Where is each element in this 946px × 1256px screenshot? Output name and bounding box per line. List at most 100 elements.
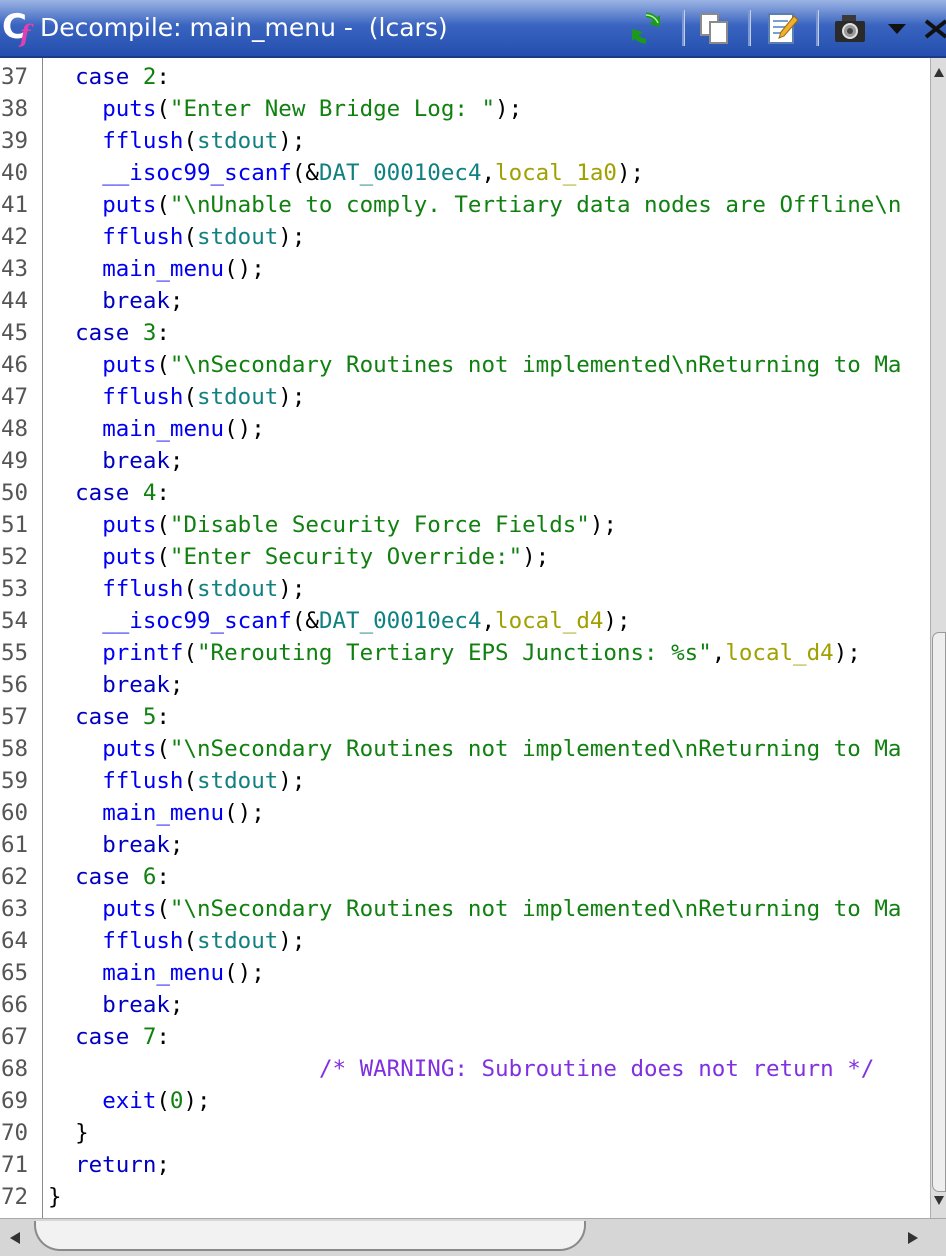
code-token[interactable]: puts	[102, 544, 156, 570]
code-token[interactable]: }	[75, 1120, 89, 1146]
code-token[interactable]: ;	[170, 992, 184, 1018]
code-token[interactable]: stdout	[197, 576, 278, 602]
code-token[interactable]: break	[102, 288, 170, 314]
code-line[interactable]: break;	[48, 669, 183, 701]
code-token[interactable]: /* WARNING: Subroutine does not return *…	[319, 1056, 874, 1082]
code-token[interactable]: :	[156, 64, 170, 90]
code-token[interactable]: (	[156, 96, 170, 122]
code-token[interactable]: puts	[102, 512, 156, 538]
code-token[interactable]: puts	[102, 352, 156, 378]
code-line[interactable]: /* WARNING: Subroutine does not return *…	[48, 1053, 874, 1085]
code-token[interactable]: main_menu	[102, 256, 224, 282]
code-token[interactable]: );	[522, 544, 549, 570]
code-token[interactable]: (&	[292, 160, 319, 186]
code-token[interactable]: );	[603, 608, 630, 634]
code-token[interactable]: (	[183, 640, 197, 666]
scroll-up-arrow[interactable]	[931, 58, 946, 90]
code-line[interactable]: puts("Enter New Bridge Log: ");	[48, 93, 522, 125]
code-token[interactable]: "\nUnable to comply. Tertiary data nodes…	[170, 192, 902, 218]
code-token[interactable]: "Enter New Bridge Log: "	[170, 96, 495, 122]
code-token[interactable]: stdout	[197, 224, 278, 250]
code-line[interactable]: main_menu();	[48, 957, 265, 989]
code-token[interactable]: :	[156, 320, 170, 346]
code-token[interactable]: );	[278, 576, 305, 602]
code-token[interactable]: }	[48, 1184, 62, 1210]
code-token[interactable]: ();	[224, 256, 265, 282]
code-token[interactable]: main_menu	[102, 960, 224, 986]
code-token[interactable]: ,	[482, 608, 496, 634]
code-line[interactable]: case 2:	[48, 61, 170, 93]
code-line[interactable]: case 7:	[48, 1021, 170, 1053]
code-token[interactable]: fflush	[102, 224, 183, 250]
code-line[interactable]: break;	[48, 445, 183, 477]
code-token[interactable]: 5	[143, 704, 157, 730]
code-token[interactable]: ,	[482, 160, 496, 186]
code-token[interactable]: break	[102, 832, 170, 858]
code-token[interactable]: stdout	[197, 768, 278, 794]
code-line[interactable]: break;	[48, 989, 183, 1021]
code-token[interactable]: stdout	[197, 128, 278, 154]
code-token[interactable]: __isoc99_scanf	[102, 608, 292, 634]
code-line[interactable]: fflush(stdout);	[48, 125, 305, 157]
code-token[interactable]: );	[278, 224, 305, 250]
code-token[interactable]: puts	[102, 736, 156, 762]
code-line[interactable]: puts("Disable Security Force Fields");	[48, 509, 617, 541]
code-line[interactable]: puts("\nUnable to comply. Tertiary data …	[48, 189, 901, 221]
code-token[interactable]: "Rerouting Tertiary EPS Junctions: %s"	[197, 640, 712, 666]
code-token[interactable]: (	[183, 224, 197, 250]
code-line[interactable]: puts("\nSecondary Routines not implement…	[48, 733, 901, 765]
code-token[interactable]: :	[156, 704, 170, 730]
code-token[interactable]: puts	[102, 96, 156, 122]
code-token[interactable]: case	[75, 1024, 143, 1050]
scroll-right-arrow[interactable]	[898, 1219, 928, 1255]
code-token[interactable]: break	[102, 992, 170, 1018]
copy-icon[interactable]	[694, 8, 734, 48]
code-line[interactable]: exit(0);	[48, 1085, 210, 1117]
scroll-down-arrow[interactable]	[931, 1184, 946, 1216]
code-line[interactable]: fflush(stdout);	[48, 381, 305, 413]
code-line[interactable]: break;	[48, 285, 183, 317]
code-token[interactable]: 4	[143, 480, 157, 506]
code-token[interactable]: );	[183, 1088, 210, 1114]
code-line[interactable]: case 6:	[48, 861, 170, 893]
code-token[interactable]: main_menu	[102, 800, 224, 826]
code-token[interactable]: fflush	[102, 576, 183, 602]
code-line[interactable]: fflush(stdout);	[48, 221, 305, 253]
code-token[interactable]: (	[156, 352, 170, 378]
code-token[interactable]: main_menu	[102, 416, 224, 442]
close-icon[interactable]	[920, 8, 946, 48]
code-token[interactable]: );	[278, 128, 305, 154]
code-token[interactable]: "Disable Security Force Fields"	[170, 512, 590, 538]
code-token[interactable]: );	[834, 640, 861, 666]
code-line[interactable]: fflush(stdout);	[48, 925, 305, 957]
code-token[interactable]: return	[75, 1152, 156, 1178]
code-token[interactable]: (	[183, 576, 197, 602]
code-line[interactable]: printf("Rerouting Tertiary EPS Junctions…	[48, 637, 861, 669]
code-token[interactable]: ();	[224, 960, 265, 986]
code-token[interactable]: puts	[102, 896, 156, 922]
code-token[interactable]: );	[278, 928, 305, 954]
code-token[interactable]: ;	[170, 672, 184, 698]
code-token[interactable]: 7	[143, 1024, 157, 1050]
code-token[interactable]: (	[156, 736, 170, 762]
code-token[interactable]: ;	[156, 1152, 170, 1178]
code-token[interactable]: (	[156, 544, 170, 570]
snapshot-icon[interactable]	[830, 8, 870, 48]
code-token[interactable]: break	[102, 448, 170, 474]
horizontal-scrollbar[interactable]	[0, 1218, 946, 1256]
horizontal-scroll-thumb[interactable]	[34, 1221, 586, 1251]
code-line[interactable]: puts("\nSecondary Routines not implement…	[48, 349, 901, 381]
menu-dropdown-icon[interactable]	[878, 8, 916, 48]
edit-icon[interactable]	[762, 8, 802, 48]
code-line[interactable]: return;	[48, 1149, 170, 1181]
code-line[interactable]: }	[48, 1117, 89, 1149]
code-token[interactable]: ,	[712, 640, 726, 666]
code-token[interactable]: local_1a0	[495, 160, 617, 186]
code-line[interactable]: main_menu();	[48, 413, 265, 445]
code-token[interactable]: "Enter Security Override:"	[170, 544, 522, 570]
code-token[interactable]: case	[75, 64, 143, 90]
code-token[interactable]: __isoc99_scanf	[102, 160, 292, 186]
code-line[interactable]: fflush(stdout);	[48, 765, 305, 797]
code-line[interactable]: main_menu();	[48, 797, 265, 829]
code-token[interactable]: break	[102, 672, 170, 698]
